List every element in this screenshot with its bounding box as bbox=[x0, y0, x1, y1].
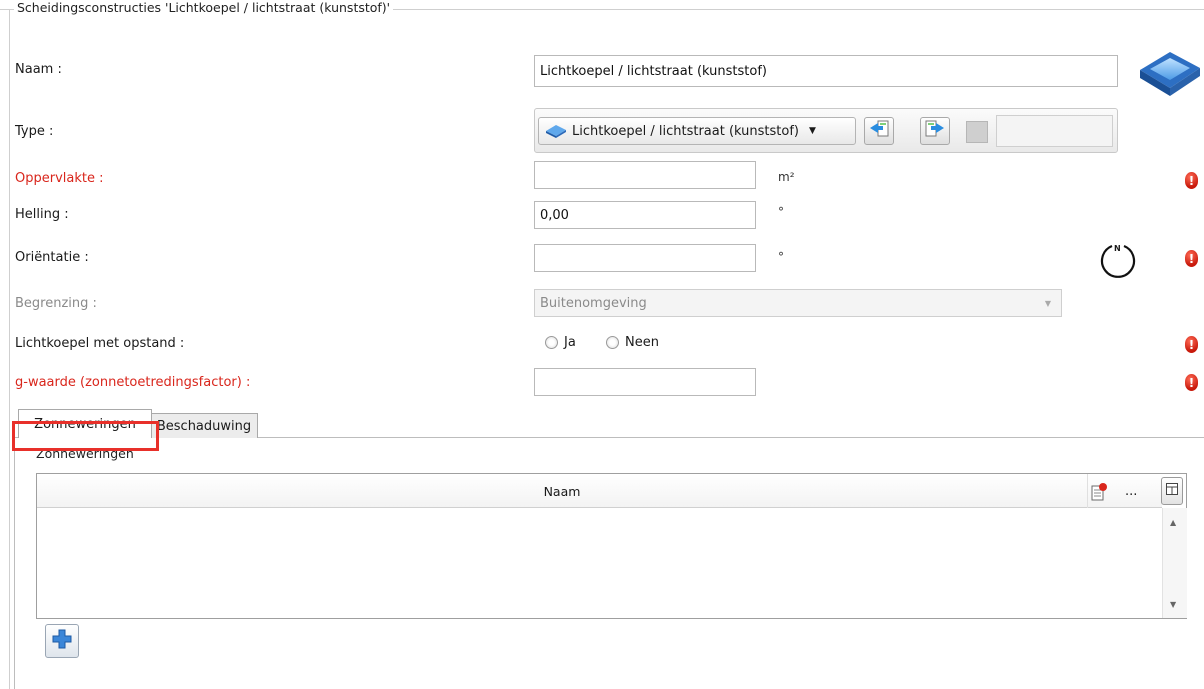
type-combobox-value: Lichtkoepel / lichtstraat (kunststof) bbox=[572, 123, 799, 139]
skylight-small-icon bbox=[545, 124, 567, 138]
gwaarde-input[interactable] bbox=[534, 368, 756, 396]
helling-unit: ° bbox=[778, 205, 784, 219]
begrenzing-value: Buitenomgeving bbox=[540, 295, 647, 311]
chevron-down-icon: ▼ bbox=[808, 126, 816, 136]
column-header-naam[interactable]: Naam bbox=[37, 474, 1087, 508]
opstand-ja-label: Ja bbox=[564, 335, 576, 350]
oppervlakte-error-icon: ! bbox=[1185, 172, 1198, 189]
type-label: Type : bbox=[15, 124, 54, 139]
orientatie-unit: ° bbox=[778, 250, 784, 264]
group-title: Scheidingsconstructies 'Lichtkoepel / li… bbox=[14, 0, 394, 15]
opstand-error-icon: ! bbox=[1185, 336, 1198, 353]
opstand-ja-option[interactable]: Ja bbox=[545, 335, 576, 350]
column-chooser-icon bbox=[1166, 483, 1178, 499]
gwaarde-label: g-waarde (zonnetoetredingsfactor) : bbox=[15, 375, 251, 390]
skylight-type-icon bbox=[1136, 38, 1202, 98]
import-arrow-icon bbox=[869, 120, 889, 142]
helling-label: Helling : bbox=[15, 207, 69, 222]
oppervlakte-label: Oppervlakte : bbox=[15, 171, 104, 186]
naam-label: Naam : bbox=[15, 62, 62, 77]
helling-input[interactable]: 0,00 bbox=[534, 201, 756, 229]
gwaarde-error-icon: ! bbox=[1185, 374, 1198, 391]
orientatie-label: Oriëntatie : bbox=[15, 250, 89, 265]
orientatie-input[interactable] bbox=[534, 244, 756, 272]
add-zonnewering-button[interactable] bbox=[45, 624, 79, 658]
opstand-ja-radio[interactable] bbox=[545, 336, 558, 349]
opstand-neen-label: Neen bbox=[625, 335, 659, 350]
zonneweringen-grid: Naam ... ▲ ▼ bbox=[36, 473, 1187, 619]
disabled-catalog-button bbox=[966, 121, 988, 143]
orientatie-error-icon: ! bbox=[1185, 250, 1198, 267]
column-chooser-button[interactable] bbox=[1161, 477, 1183, 505]
opstand-label: Lichtkoepel met opstand : bbox=[15, 336, 185, 351]
compass-button[interactable]: N bbox=[1098, 240, 1138, 280]
scroll-up-icon[interactable]: ▲ bbox=[1170, 518, 1176, 527]
oppervlakte-unit: m² bbox=[778, 170, 795, 184]
begrenzing-select: Buitenomgeving ▼ bbox=[534, 289, 1062, 317]
scroll-down-icon[interactable]: ▼ bbox=[1170, 600, 1176, 609]
import-button[interactable] bbox=[864, 117, 894, 145]
chevron-down-icon: ▼ bbox=[1044, 298, 1051, 308]
type-code-field bbox=[996, 115, 1113, 147]
naam-input[interactable]: Lichtkoepel / lichtstraat (kunststof) bbox=[534, 55, 1118, 87]
type-combobox[interactable]: Lichtkoepel / lichtstraat (kunststof) ▼ bbox=[538, 117, 856, 145]
opstand-neen-radio[interactable] bbox=[606, 336, 619, 349]
grid-header: Naam ... bbox=[37, 474, 1162, 508]
begrenzing-label: Begrenzing : bbox=[15, 296, 97, 311]
group-frame-left bbox=[9, 9, 10, 689]
more-columns-button[interactable]: ... bbox=[1125, 484, 1137, 499]
export-arrow-icon bbox=[925, 120, 945, 142]
opstand-neen-option[interactable]: Neen bbox=[606, 335, 659, 350]
compass-north-letter: N bbox=[1114, 244, 1121, 253]
plus-icon bbox=[51, 628, 73, 654]
grid-scrollbar[interactable]: ▲ ▼ bbox=[1162, 508, 1187, 618]
export-button[interactable] bbox=[920, 117, 950, 145]
tab-beschaduwing[interactable]: Beschaduwing bbox=[150, 413, 258, 438]
status-column-icon[interactable] bbox=[1089, 482, 1109, 502]
oppervlakte-input[interactable] bbox=[534, 161, 756, 189]
